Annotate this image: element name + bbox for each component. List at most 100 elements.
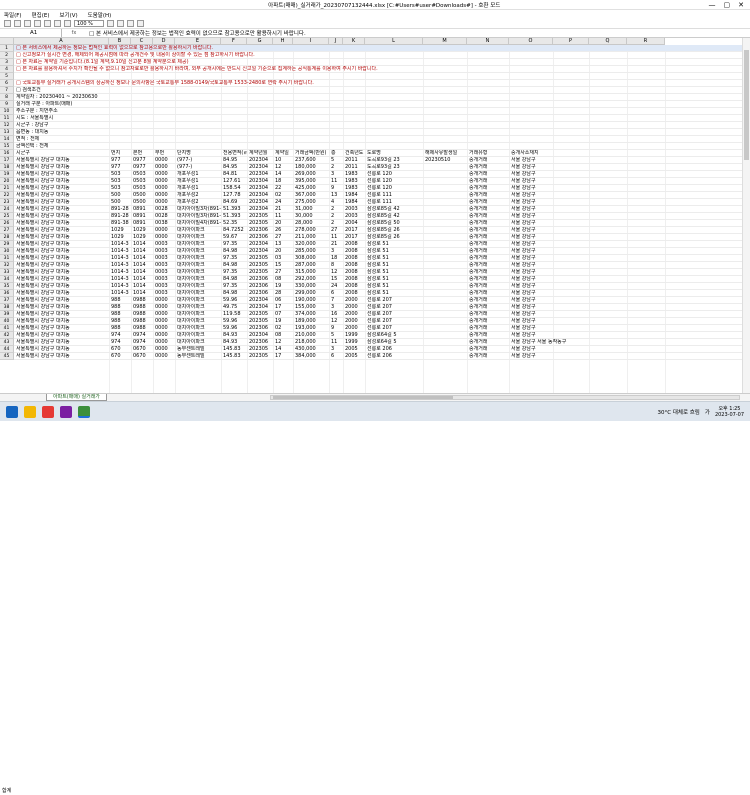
row-header[interactable]: 37	[0, 297, 14, 304]
row-header[interactable]: 29	[0, 241, 14, 248]
table-row[interactable]: 서울특별시 강남구 대치동67006700000동부센트레빌145.832023…	[14, 353, 750, 360]
copy-icon[interactable]	[34, 20, 41, 27]
table-row[interactable]: 서울특별시 강남구 대치동67006700000동부센트레빌145.832023…	[14, 346, 750, 353]
column-header[interactable]: C	[131, 38, 153, 45]
row-header[interactable]: 25	[0, 213, 14, 220]
find-icon[interactable]	[54, 20, 61, 27]
spreadsheet-app-icon[interactable]	[78, 406, 90, 418]
open-icon[interactable]	[4, 20, 11, 27]
table-row[interactable]: 서울특별시 강남구 대치동1014-310140003대치아이파크84.9820…	[14, 290, 750, 297]
row-header[interactable]: 17	[0, 157, 14, 164]
table-row[interactable]: 서울특별시 강남구 대치동50005000000개포우성284.69202304…	[14, 199, 750, 206]
zoom-out-icon[interactable]	[117, 20, 124, 27]
sheet-tab[interactable]: 아파트(매매) 실거래가	[46, 394, 107, 401]
row-header[interactable]: 8	[0, 94, 14, 101]
row-header[interactable]: 39	[0, 311, 14, 318]
vertical-scroll-thumb[interactable]	[744, 50, 749, 160]
column-header[interactable]: J	[329, 38, 343, 45]
table-row[interactable]: 서울특별시 강남구 대치동102910290000대치아이파크84.725220…	[14, 227, 750, 234]
table-row[interactable]: 서울특별시 강남구 대치동891-3808910038대치아이빌4차(891-3…	[14, 220, 750, 227]
row-header[interactable]: 38	[0, 304, 14, 311]
print-icon[interactable]	[24, 20, 31, 27]
row-header[interactable]: 14	[0, 136, 14, 143]
row-header[interactable]: 3	[0, 59, 14, 66]
column-header[interactable]: L	[365, 38, 423, 45]
table-row[interactable]: 서울특별시 강남구 대치동1014-310140003대치아이파크84.9820…	[14, 262, 750, 269]
row-header[interactable]: 24	[0, 206, 14, 213]
table-row[interactable]: 시도 : 서울특별시	[14, 115, 750, 122]
table-row[interactable]: 서울특별시 강남구 대치동50305030000개포우성1127.6120230…	[14, 178, 750, 185]
row-header[interactable]: 23	[0, 199, 14, 206]
table-row[interactable]: 서울특별시 강남구 대치동50305030000개포우성1158.5420230…	[14, 185, 750, 192]
row-header[interactable]: 31	[0, 255, 14, 262]
column-header[interactable]: O	[509, 38, 553, 45]
column-header[interactable]: H	[273, 38, 293, 45]
row-header[interactable]: 33	[0, 269, 14, 276]
column-header[interactable]: D	[153, 38, 175, 45]
table-row[interactable]: 읍면동 : 대치동	[14, 129, 750, 136]
row-header[interactable]: 9	[0, 101, 14, 108]
table-row[interactable]: 면적 : 전체	[14, 136, 750, 143]
menu-view[interactable]: 보기(V)	[59, 11, 77, 19]
column-header[interactable]: R	[627, 38, 665, 45]
table-row[interactable]: 시군구 : 강남구	[14, 122, 750, 129]
row-header[interactable]: 40	[0, 318, 14, 325]
table-row[interactable]: 서울특별시 강남구 대치동1014-310140003대치아이파크97.3520…	[14, 283, 750, 290]
menu-help[interactable]: 도움말(H)	[88, 11, 112, 19]
clock[interactable]: 오후 1:25 2023-07-07	[715, 406, 744, 418]
minimize-button[interactable]: —	[709, 1, 716, 9]
zoom-select[interactable]: 100 %	[74, 20, 104, 27]
row-header[interactable]: 28	[0, 234, 14, 241]
table-row[interactable]: 서울특별시 강남구 대치동1014-310140003대치아이파크84.9820…	[14, 276, 750, 283]
column-header[interactable]: I	[293, 38, 329, 45]
table-row[interactable]: 서울특별시 강남구 대치동50305030000개포우성184.81202304…	[14, 171, 750, 178]
row-header[interactable]: 6	[0, 80, 14, 87]
table-row[interactable]: 실거래 구분 : 아파트(매매)	[14, 101, 750, 108]
column-header[interactable]: F	[221, 38, 247, 45]
row-header[interactable]: 34	[0, 276, 14, 283]
row-header[interactable]: 35	[0, 283, 14, 290]
table-row[interactable]: 서울특별시 강남구 대치동891-2808910028대치아이빌3차(891-2…	[14, 213, 750, 220]
app-icon[interactable]	[42, 406, 54, 418]
row-header[interactable]: 1	[0, 45, 14, 52]
table-row[interactable]: 서울특별시 강남구 대치동97709770000(977-)84.9520230…	[14, 164, 750, 171]
row-header[interactable]: 36	[0, 290, 14, 297]
row-header[interactable]: 16	[0, 150, 14, 157]
spreadsheet-grid[interactable]: ABCDEFGHIJKLMNOPQR1□ 본 서비스에서 제공하는 정보는 법적…	[0, 38, 750, 393]
row-header[interactable]: 20	[0, 178, 14, 185]
close-button[interactable]: ✕	[738, 1, 744, 9]
ime-indicator[interactable]: 가	[705, 408, 710, 416]
row-header[interactable]: 5	[0, 73, 14, 80]
cart-icon[interactable]	[137, 20, 144, 27]
row-header[interactable]: 26	[0, 220, 14, 227]
row-header[interactable]: 43	[0, 339, 14, 346]
table-row[interactable]: □ 국토교통부 실거래가 공개시스템의 상공하신 정보나 문의사항은 국토교통부…	[14, 80, 750, 87]
file-explorer-icon[interactable]	[24, 406, 36, 418]
menu-edit[interactable]: 편집(E)	[32, 11, 50, 19]
table-row[interactable]: 서울특별시 강남구 대치동1014-310140003대치아이파크84.9820…	[14, 248, 750, 255]
table-row[interactable]: 계약일자 : 20230401 ~ 20230630	[14, 94, 750, 101]
row-header[interactable]: 13	[0, 129, 14, 136]
row-header[interactable]: 21	[0, 185, 14, 192]
row-header[interactable]: 22	[0, 192, 14, 199]
filter-icon[interactable]	[64, 20, 71, 27]
row-header[interactable]: 44	[0, 346, 14, 353]
start-icon[interactable]	[6, 406, 18, 418]
name-box[interactable]: A1	[0, 29, 62, 37]
row-header[interactable]: 32	[0, 262, 14, 269]
table-row[interactable]: 주소구분 : 지번주소	[14, 108, 750, 115]
column-header[interactable]: K	[343, 38, 365, 45]
column-header[interactable]: P	[553, 38, 589, 45]
row-header[interactable]: 7	[0, 87, 14, 94]
row-header[interactable]: 42	[0, 332, 14, 339]
table-row[interactable]: 서울특별시 강남구 대치동97409740000대치아이파크84.9320230…	[14, 332, 750, 339]
horizontal-scrollbar[interactable]	[270, 395, 740, 400]
table-row[interactable]: □ 본 자료를 활용하셔서 수치가 확인될 수 없으니 참고자료로만 활용하시기…	[14, 66, 750, 73]
zoom-in-icon[interactable]	[107, 20, 114, 27]
table-row[interactable]: 서울특별시 강남구 대치동98809880000대치아이파크119.582023…	[14, 311, 750, 318]
table-row[interactable]	[14, 73, 750, 80]
table-row[interactable]: 서울특별시 강남구 대치동97709770000(977-)84.9520230…	[14, 157, 750, 164]
column-header[interactable]: N	[467, 38, 509, 45]
row-header[interactable]: 10	[0, 108, 14, 115]
save-icon[interactable]	[14, 20, 21, 27]
